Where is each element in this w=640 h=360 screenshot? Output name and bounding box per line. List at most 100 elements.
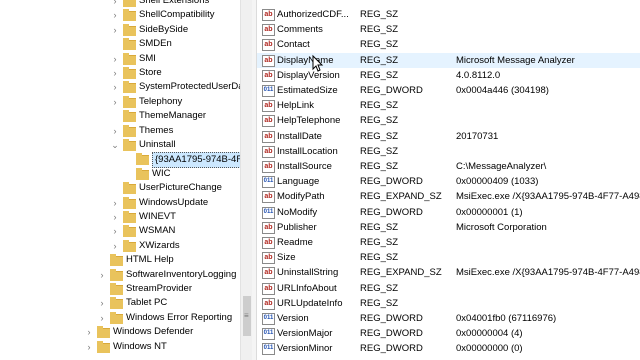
chevron-down-icon[interactable]: ⌄ xyxy=(110,138,120,152)
tree-item[interactable]: ⌄ Uninstall xyxy=(0,138,240,152)
tree-item[interactable]: › SystemProtectedUserData xyxy=(0,80,240,94)
value-type: REG_DWORD xyxy=(360,176,423,188)
value-data: 4.0.8112.0 xyxy=(456,69,501,81)
string-value-icon: ab xyxy=(262,267,275,280)
value-name: AuthorizedCDF... xyxy=(277,9,349,20)
registry-key-tree[interactable]: › Shell Extensions › ShellCompatibility › Sid… xyxy=(0,0,240,360)
tree-item[interactable]: UserPictureChange xyxy=(0,181,240,195)
registry-value-row[interactable]: 011 Language REG_DWORD 0x00000409 (1033) xyxy=(257,174,640,189)
tree-item[interactable]: ThemeManager xyxy=(0,109,240,123)
tree-item[interactable]: › ShellCompatibility xyxy=(0,8,240,22)
binary-value-icon: 011 xyxy=(262,343,275,356)
chevron-right-icon[interactable]: › xyxy=(97,296,107,310)
tree-item[interactable]: › WSMAN xyxy=(0,224,240,238)
registry-value-row[interactable]: 011 Version REG_DWORD 0x04001fb0 (67116976) xyxy=(257,311,640,326)
registry-value-row[interactable]: ab HelpTelephone REG_SZ xyxy=(257,113,640,128)
value-data: 0x00000409 (1033) xyxy=(456,176,539,188)
value-type: REG_SZ xyxy=(360,145,399,157)
tree-item[interactable]: › Telephony xyxy=(0,95,240,109)
tree-item[interactable]: › Windows Error Reporting xyxy=(0,311,240,325)
tree-item[interactable]: WIC xyxy=(0,167,240,181)
chevron-right-icon[interactable]: › xyxy=(110,196,120,210)
value-data: MsiExec.exe /X{93AA1795-974B-4F77-A498- xyxy=(456,191,640,203)
tree-item-label: WINEVT xyxy=(139,211,176,222)
registry-value-row[interactable]: ab Contact REG_SZ xyxy=(257,37,640,52)
value-data: Microsoft Message Analyzer xyxy=(456,54,575,66)
registry-value-row[interactable]: ab Size REG_SZ xyxy=(257,250,640,265)
chevron-right-icon[interactable]: › xyxy=(110,239,120,253)
registry-value-row[interactable]: 011 EstimatedSize REG_DWORD 0x0004a446 (304… xyxy=(257,83,640,98)
tree-item[interactable]: › WindowsUpdate xyxy=(0,196,240,210)
tree-item[interactable]: › Shell Extensions xyxy=(0,0,240,8)
folder-icon xyxy=(123,95,136,108)
chevron-right-icon[interactable]: › xyxy=(110,224,120,238)
chevron-right-icon[interactable]: › xyxy=(110,210,120,224)
value-name: DisplayName xyxy=(277,54,334,66)
folder-icon xyxy=(123,67,136,79)
chevron-right-icon[interactable]: › xyxy=(110,80,120,94)
string-value-icon: ab xyxy=(262,237,275,249)
registry-values-list[interactable]: ab AuthorizedCDF... REG_SZ ab Comments REG_SZ… xyxy=(257,0,640,360)
registry-value-row[interactable]: ab InstallLocation REG_SZ xyxy=(257,144,640,159)
registry-value-row[interactable]: ab InstallDate REG_SZ 20170731 xyxy=(257,129,640,144)
registry-value-row[interactable]: ab URLInfoAbout REG_SZ xyxy=(257,281,640,296)
tree-item-label: SoftwareInventoryLogging xyxy=(126,268,237,280)
tree-item[interactable]: › Windows Defender xyxy=(0,325,240,339)
registry-value-row[interactable]: ab Comments REG_SZ xyxy=(257,22,640,37)
scrollbar-grip-icon: ≡ xyxy=(244,311,249,320)
registry-value-row[interactable]: ab AuthorizedCDF... REG_SZ xyxy=(257,7,640,22)
value-type: REG_DWORD xyxy=(360,85,423,96)
tree-item[interactable]: › SMI xyxy=(0,52,240,66)
value-type: REG_SZ xyxy=(360,24,399,36)
registry-value-row[interactable]: 011 NoModify REG_DWORD 0x00000001 (1) xyxy=(257,205,640,220)
folder-icon xyxy=(123,225,136,238)
registry-value-row[interactable]: 011 VersionMinor REG_DWORD 0x00000000 (0) xyxy=(257,341,640,356)
registry-value-row[interactable]: 011 VersionMajor REG_DWORD 0x00000004 (4) xyxy=(257,326,640,341)
chevron-right-icon[interactable]: › xyxy=(97,311,107,325)
value-type: REG_DWORD xyxy=(360,328,423,340)
chevron-right-icon[interactable]: › xyxy=(110,0,120,8)
registry-value-row[interactable]: ab Publisher REG_SZ Microsoft Corporation xyxy=(257,220,640,235)
string-value-icon: ab xyxy=(262,161,275,173)
tree-item[interactable]: › SoftwareInventoryLogging xyxy=(0,268,240,282)
registry-value-row[interactable]: ab Readme REG_SZ xyxy=(257,235,640,250)
value-type: REG_SZ xyxy=(360,161,399,172)
tree-item[interactable]: {93AA1795-974B-4F77- xyxy=(0,152,240,169)
chevron-right-icon[interactable]: › xyxy=(84,340,94,354)
value-name: HelpTelephone xyxy=(277,115,341,127)
registry-value-row[interactable]: ab UninstallString REG_EXPAND_SZ MsiExec.ex… xyxy=(257,265,640,280)
tree-item[interactable]: › SideBySide xyxy=(0,23,240,37)
tree-item[interactable]: HTML Help xyxy=(0,253,240,267)
chevron-right-icon[interactable]: › xyxy=(110,8,120,22)
tree-item[interactable]: SMDEn xyxy=(0,37,240,51)
tree-item[interactable]: › Themes xyxy=(0,124,240,138)
registry-value-row[interactable]: ab HelpLink REG_SZ xyxy=(257,98,640,113)
registry-value-row[interactable]: ab ModifyPath REG_EXPAND_SZ MsiExec.exe /X{… xyxy=(257,189,640,204)
folder-icon xyxy=(123,0,136,7)
value-type: REG_SZ xyxy=(360,282,399,294)
chevron-right-icon[interactable]: › xyxy=(110,124,120,138)
chevron-right-icon[interactable]: › xyxy=(110,52,120,66)
tree-item[interactable]: › Windows NT xyxy=(0,340,240,354)
string-value-icon: ab xyxy=(262,130,275,143)
chevron-right-icon[interactable]: › xyxy=(84,325,94,339)
value-type: REG_DWORD xyxy=(360,313,423,324)
chevron-right-icon[interactable]: › xyxy=(110,23,120,37)
tree-item-label: Tablet PC xyxy=(126,297,168,309)
tree-item[interactable]: StreamProvider xyxy=(0,282,240,296)
value-type: REG_SZ xyxy=(360,54,399,66)
chevron-right-icon[interactable]: › xyxy=(110,66,120,80)
tree-item[interactable]: › Store xyxy=(0,66,240,80)
folder-icon xyxy=(110,297,123,310)
tree-item[interactable]: › XWizards xyxy=(0,239,240,253)
tree-item[interactable]: › Tablet PC xyxy=(0,296,240,310)
value-name: URLUpdateInfo xyxy=(277,297,343,309)
chevron-right-icon[interactable]: › xyxy=(97,268,107,282)
value-name: Version xyxy=(277,313,309,324)
chevron-right-icon[interactable]: › xyxy=(110,95,120,109)
registry-value-row[interactable]: ab InstallSource REG_SZ C:\MessageAnalyzer\ xyxy=(257,159,640,174)
tree-item[interactable]: › WINEVT xyxy=(0,210,240,224)
value-name: HelpLink xyxy=(277,100,314,112)
registry-value-row[interactable]: ab URLUpdateInfo REG_SZ xyxy=(257,296,640,311)
binary-value-icon: 011 xyxy=(262,176,275,189)
